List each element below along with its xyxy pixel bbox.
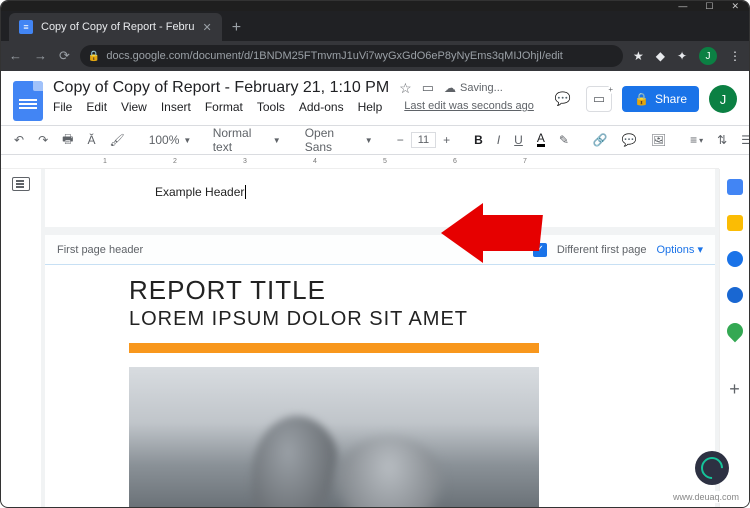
underline-button[interactable]: U (509, 130, 528, 150)
paint-format-button[interactable]: 🖌 (104, 130, 129, 150)
page-header-area[interactable]: Example Header (45, 169, 715, 227)
docs-logo-icon[interactable] (13, 81, 43, 121)
document-body[interactable]: REPORT TITLE LOREM IPSUM DOLOR SIT AMET (45, 265, 715, 507)
formatting-toolbar: ↶ ↷ 🖶 Ă 🖌 100%▼ Normal text▼ Open Sans▼ … (1, 125, 749, 155)
outline-icon[interactable] (12, 177, 30, 191)
browser-tab[interactable]: ≡ Copy of Copy of Report - Febru ✕ (9, 13, 222, 41)
font-select[interactable]: Open Sans▼ (300, 123, 378, 157)
font-size-input[interactable]: 11 (411, 132, 436, 148)
last-edit-link[interactable]: Last edit was seconds ago (404, 100, 534, 114)
menu-file[interactable]: File (53, 100, 72, 114)
lock-icon: 🔒 (88, 51, 100, 62)
contacts-icon[interactable] (727, 287, 743, 303)
new-tab-button[interactable]: + (222, 15, 251, 41)
spellcheck-button[interactable]: Ă (82, 130, 100, 150)
different-first-page-checkbox[interactable]: ✓ (533, 243, 547, 257)
report-title[interactable]: REPORT TITLE (129, 275, 695, 306)
insert-link-button[interactable]: 🔗 (588, 130, 613, 150)
browser-tabstrip: ≡ Copy of Copy of Report - Febru ✕ + (1, 11, 749, 41)
keep-icon[interactable] (727, 215, 743, 231)
window-minimize-icon[interactable]: — (678, 1, 687, 11)
font-size-decrease[interactable]: − (392, 130, 409, 150)
window-close-icon[interactable]: ✕ (731, 1, 739, 12)
text-color-button[interactable]: A (532, 130, 550, 150)
watermark: www.deuaq.com (669, 491, 743, 503)
accent-bar (129, 343, 539, 353)
menu-tools[interactable]: Tools (257, 100, 285, 114)
print-button[interactable]: 🖶 (57, 127, 78, 154)
save-status: Saving... (460, 82, 503, 94)
align-button[interactable]: ≡▾ (685, 130, 708, 150)
extension-icon[interactable]: ◆ (656, 49, 665, 63)
tab-title: Copy of Copy of Report - Febru (41, 21, 194, 33)
url-text: docs.google.com/document/d/1BNDM25FTmvmJ… (106, 50, 562, 62)
share-button[interactable]: 🔒 Share (622, 86, 699, 112)
highlight-button[interactable]: ✎ (554, 130, 574, 150)
add-addon-icon[interactable]: + (729, 379, 740, 400)
back-button[interactable]: ← (9, 48, 22, 64)
text-cursor (245, 185, 246, 199)
zoom-select[interactable]: 100%▼ (144, 130, 194, 150)
grammarly-icon[interactable] (695, 451, 729, 485)
calendar-icon[interactable] (727, 179, 743, 195)
forward-button[interactable]: → (34, 48, 47, 64)
different-first-page-label: Different first page (557, 244, 647, 256)
docs-header: Copy of Copy of Report - February 21, 1:… (1, 71, 749, 125)
browser-menu-icon[interactable]: ⋮ (729, 49, 741, 63)
document-title[interactable]: Copy of Copy of Report - February 21, 1:… (53, 79, 389, 97)
docs-favicon-icon: ≡ (19, 20, 33, 34)
account-avatar[interactable]: J (709, 85, 737, 113)
insert-image-button[interactable]: 🖼 (646, 130, 671, 150)
address-bar[interactable]: 🔒 docs.google.com/document/d/1BNDM25FTmv… (80, 45, 623, 67)
menu-addons[interactable]: Add-ons (299, 100, 344, 114)
header-section-label: First page header (57, 244, 143, 256)
tasks-icon[interactable] (727, 251, 743, 267)
menu-help[interactable]: Help (358, 100, 383, 114)
extensions-menu-icon[interactable]: ✦ (677, 49, 687, 63)
cloud-icon: ☁ (444, 81, 456, 95)
menu-insert[interactable]: Insert (161, 100, 191, 114)
tab-close-icon[interactable]: ✕ (202, 21, 211, 34)
style-select[interactable]: Normal text▼ (208, 123, 286, 157)
document-page: First page header ✓ Different first page… (45, 235, 715, 507)
comments-icon[interactable]: 💬 (550, 86, 576, 112)
maps-icon[interactable] (723, 320, 746, 343)
browser-toolbar: ← → ⟳ 🔒 docs.google.com/document/d/1BNDM… (1, 41, 749, 71)
menu-edit[interactable]: Edit (86, 100, 107, 114)
star-icon[interactable]: ☆ (399, 80, 412, 97)
menu-view[interactable]: View (121, 100, 147, 114)
insert-comment-button[interactable]: 💬 (617, 130, 642, 150)
browser-profile-avatar[interactable]: J (699, 47, 717, 65)
header-text[interactable]: Example Header (155, 185, 244, 199)
ruler[interactable]: 1234567 (1, 155, 719, 169)
reload-button[interactable]: ⟳ (59, 48, 70, 64)
document-canvas[interactable]: Example Header First page header ✓ Diffe… (41, 169, 719, 507)
line-spacing-button[interactable]: ⇅ (712, 130, 732, 150)
window-maximize-icon[interactable]: ☐ (705, 1, 713, 12)
lock-icon: 🔒 (634, 92, 649, 106)
header-options-dropdown[interactable]: Options ▾ (657, 243, 704, 256)
redo-button[interactable]: ↷ (33, 130, 53, 150)
report-subtitle[interactable]: LOREM IPSUM DOLOR SIT AMET (129, 308, 695, 331)
report-image[interactable] (129, 367, 539, 507)
font-size-increase[interactable]: + (438, 130, 455, 150)
move-icon[interactable]: ▭ (422, 80, 434, 96)
present-button[interactable]: ▭+ (586, 86, 612, 112)
menu-bar: File Edit View Insert Format Tools Add-o… (53, 100, 540, 114)
italic-button[interactable]: I (492, 130, 505, 150)
header-options-bar: First page header ✓ Different first page… (45, 235, 715, 265)
extension-icon[interactable]: ★ (633, 49, 644, 63)
bold-button[interactable]: B (469, 130, 488, 150)
window-titlebar: — ☐ ✕ (1, 1, 749, 11)
undo-button[interactable]: ↶ (9, 130, 29, 150)
menu-format[interactable]: Format (205, 100, 243, 114)
lists-button[interactable]: ☰▾ (736, 130, 750, 150)
